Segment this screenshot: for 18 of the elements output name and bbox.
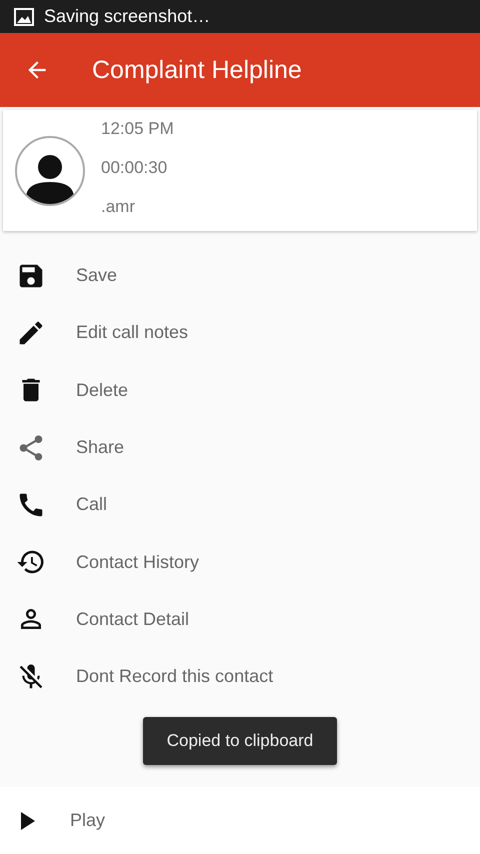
play-icon[interactable] xyxy=(20,810,36,830)
call-time: 12:05 PM xyxy=(101,118,174,139)
image-icon xyxy=(14,8,34,26)
menu-item[interactable]: Edit call notes xyxy=(76,322,188,344)
notification-text: Saving screenshot… xyxy=(44,6,210,27)
menu-item[interactable]: Contact Detail xyxy=(76,608,190,630)
menu-item[interactable]: Dont Record this contact xyxy=(76,666,274,688)
toast: Copied to clipboard xyxy=(142,717,338,766)
play-label[interactable]: Play xyxy=(70,810,106,831)
menu-item[interactable]: Share xyxy=(76,437,124,458)
menu-item[interactable]: Contact History xyxy=(76,552,200,573)
menu-item[interactable]: Save xyxy=(76,265,118,286)
call-duration: 00:00:30 xyxy=(101,157,168,178)
avatar-icon xyxy=(15,136,85,206)
menu-item[interactable]: Delete xyxy=(76,380,128,401)
menu-item[interactable]: Call xyxy=(76,494,108,516)
screen-title: Complaint Helpline xyxy=(92,56,302,84)
file-type: .amr xyxy=(101,196,136,217)
